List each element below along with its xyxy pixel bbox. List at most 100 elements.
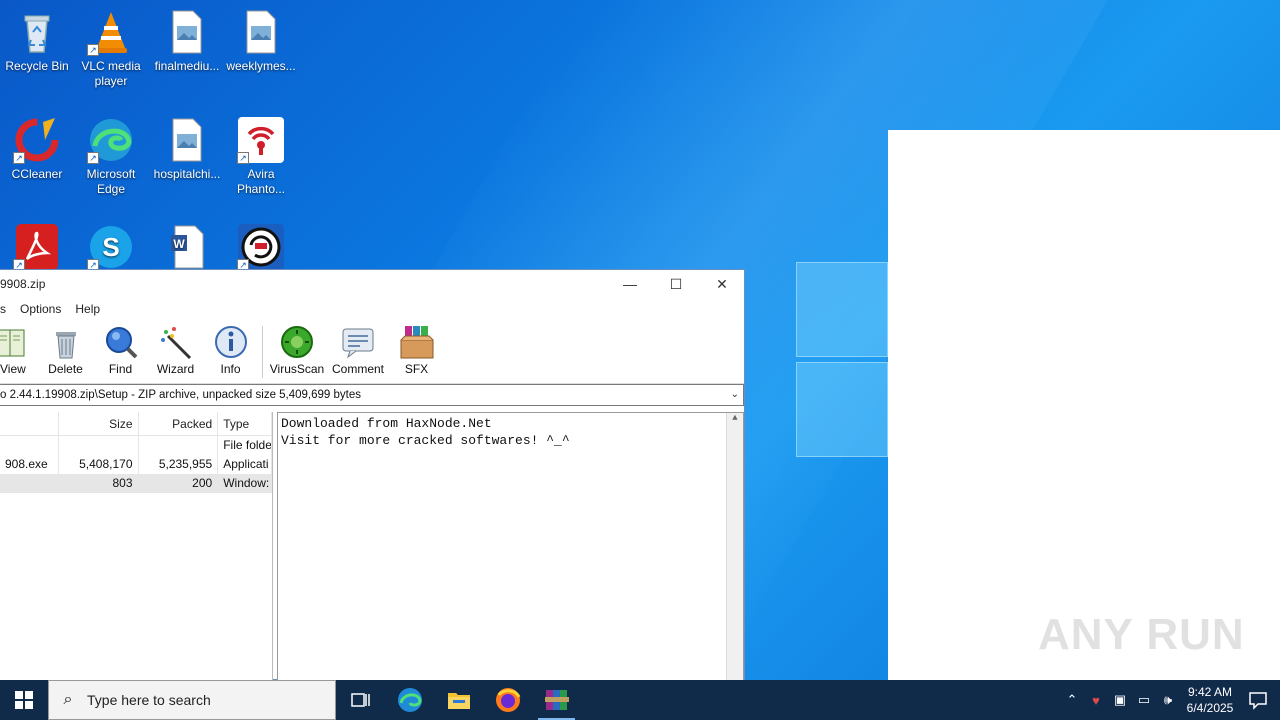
toolbar-label: Find [108, 362, 133, 376]
desktop-icon-weeklymes[interactable]: weeklymes... [224, 8, 298, 74]
taskbar-firefox-button[interactable] [483, 680, 532, 720]
file-list-header: Size Packed Type [0, 412, 273, 436]
skype-icon: S ↗ [87, 223, 135, 271]
winrar-window[interactable]: 9908.zip — ☐ ✕ s Options Help View Delet… [0, 269, 745, 681]
desktop-icon-recycle-bin[interactable]: Recycle Bin [0, 8, 74, 74]
wizard-button[interactable]: Wizard [148, 320, 203, 376]
shortcut-arrow-icon: ↗ [13, 152, 25, 164]
comment-button[interactable]: Comment [327, 320, 389, 376]
column-type[interactable]: Type [218, 412, 273, 435]
table-row[interactable]: 908.exe 5,408,170 5,235,955 Applicati [0, 455, 273, 474]
desktop-icon-label: hospitalchi... [153, 167, 221, 181]
menu-item-options[interactable]: Options [20, 302, 61, 316]
taskbar-winrar-button[interactable] [532, 680, 581, 720]
delete-button[interactable]: Delete [38, 320, 93, 376]
acrobat-icon: ↗ [13, 223, 61, 271]
notification-center-button[interactable] [1248, 690, 1268, 710]
edge-icon: ↗ [87, 116, 135, 164]
desktop-icon-acrobat[interactable]: ↗ [0, 223, 74, 274]
desktop-icon-data-reset[interactable]: ↗ [224, 223, 298, 274]
desktop-icon-ccleaner[interactable]: ↗ CCleaner [0, 116, 74, 182]
taskbar-search-box[interactable]: ⌕ Type here to search [48, 680, 336, 720]
winrar-icon [544, 690, 569, 710]
toolbar: View Delete Find Wizard Info VirusScan C… [0, 320, 744, 384]
blank-window-area [888, 130, 1280, 680]
desktop-icon-label: VLC media player [81, 59, 141, 88]
menu-item-help[interactable]: Help [75, 302, 100, 316]
comment-line: Visit for more cracked softwares! ^_^ [281, 433, 570, 448]
file-list[interactable]: Size Packed Type File folde 908.exe 5,40… [0, 412, 273, 681]
column-packed[interactable]: Packed [139, 412, 219, 435]
desktop-icon-avira[interactable]: ↗ Avira Phanto... [224, 116, 298, 197]
shortcut-arrow-icon: ↗ [237, 152, 249, 164]
vertical-scrollbar[interactable]: ▲ [726, 413, 743, 680]
camera-icon[interactable]: ▣ [1108, 692, 1132, 708]
cell-name [0, 474, 59, 493]
image-file-icon [163, 116, 211, 164]
desktop-icon-label: weeklymes... [226, 59, 296, 73]
find-button[interactable]: Find [93, 320, 148, 376]
virusscan-button[interactable]: VirusScan [267, 320, 327, 376]
cell-size [59, 436, 139, 455]
table-row[interactable]: File folde [0, 436, 273, 455]
cell-size: 803 [59, 474, 139, 493]
chevron-up-icon[interactable]: ⌃ [1060, 692, 1084, 708]
task-view-button[interactable] [336, 680, 385, 720]
info-icon [213, 324, 249, 360]
avira-tray-icon[interactable]: ♥ [1084, 693, 1108, 708]
cell-packed [139, 436, 219, 455]
chevron-down-icon[interactable]: ⌄ [731, 385, 739, 405]
column-size[interactable]: Size [59, 412, 139, 435]
toolbar-separator [262, 326, 263, 378]
svg-text:S: S [102, 232, 119, 262]
archive-comment-panel[interactable]: Downloaded from HaxNode.Net Visit for mo… [277, 412, 744, 681]
taskbar-clock[interactable]: 9:42 AM 6/4/2025 [1180, 684, 1240, 716]
info-button[interactable]: Info [203, 320, 258, 376]
cell-name: 908.exe [0, 455, 59, 474]
sfx-button[interactable]: SFX [389, 320, 444, 376]
window-titlebar[interactable]: 9908.zip — ☐ ✕ [0, 270, 744, 298]
edge-icon [397, 688, 422, 712]
toolbar-label: View [0, 362, 26, 376]
maximize-button[interactable]: ☐ [653, 270, 699, 298]
minimize-button[interactable]: — [607, 270, 653, 298]
taskbar-explorer-button[interactable] [434, 680, 483, 720]
minimize-icon: — [623, 276, 637, 292]
toolbar-label: Info [220, 362, 241, 376]
toolbar-label: Wizard [156, 362, 195, 376]
desktop-icon-word-doc[interactable]: W [150, 223, 224, 274]
comment-line: Downloaded from HaxNode.Net [281, 416, 492, 431]
scroll-up-icon[interactable]: ▲ [727, 413, 743, 423]
network-icon[interactable]: ▭ [1132, 692, 1156, 708]
close-button[interactable]: ✕ [699, 270, 745, 298]
desktop-icon-label: CCleaner [11, 167, 63, 181]
archive-path-bar[interactable]: o 2.44.1.19908.zip\Setup - ZIP archive, … [0, 384, 744, 406]
desktop-icon-finalmediu[interactable]: finalmediu... [150, 8, 224, 74]
desktop-icon-vlc[interactable]: ↗ VLC media player [74, 8, 148, 89]
windows-start-icon [15, 691, 33, 709]
menu-item-commands[interactable]: s [0, 302, 6, 316]
cell-name [0, 436, 59, 455]
toolbar-label: SFX [404, 362, 429, 376]
search-icon: ⌕ [63, 691, 73, 708]
archive-path-text: o 2.44.1.19908.zip\Setup - ZIP archive, … [0, 389, 361, 401]
desktop-icon-edge[interactable]: ↗ Microsoft Edge [74, 116, 148, 197]
desktop-icon-hospitalchi[interactable]: hospitalchi... [150, 116, 224, 182]
recycle-bin-icon [13, 8, 61, 56]
column-name[interactable] [0, 412, 59, 435]
desktop-icon-label: Recycle Bin [5, 59, 69, 73]
taskbar: ⌕ Type here to search ⌃ ♥ ▣ ▭ 🕪 9:42 AM … [0, 680, 1280, 720]
desktop-icon-skype[interactable]: S ↗ [74, 223, 148, 274]
table-row[interactable]: 803 200 Window: [0, 474, 273, 493]
window-title: 9908.zip [0, 276, 46, 291]
desktop-icon-label: Avira Phanto... [236, 167, 286, 196]
folder-icon [447, 693, 470, 709]
taskbar-edge-button[interactable] [385, 680, 434, 720]
close-icon: ✕ [716, 275, 728, 292]
maximize-icon: ☐ [669, 275, 683, 292]
start-button[interactable] [0, 680, 48, 720]
view-button[interactable]: View [0, 320, 28, 376]
data-reset-icon: ↗ [237, 223, 285, 271]
ccleaner-icon: ↗ [13, 116, 61, 164]
volume-icon[interactable]: 🕪 [1156, 692, 1180, 708]
